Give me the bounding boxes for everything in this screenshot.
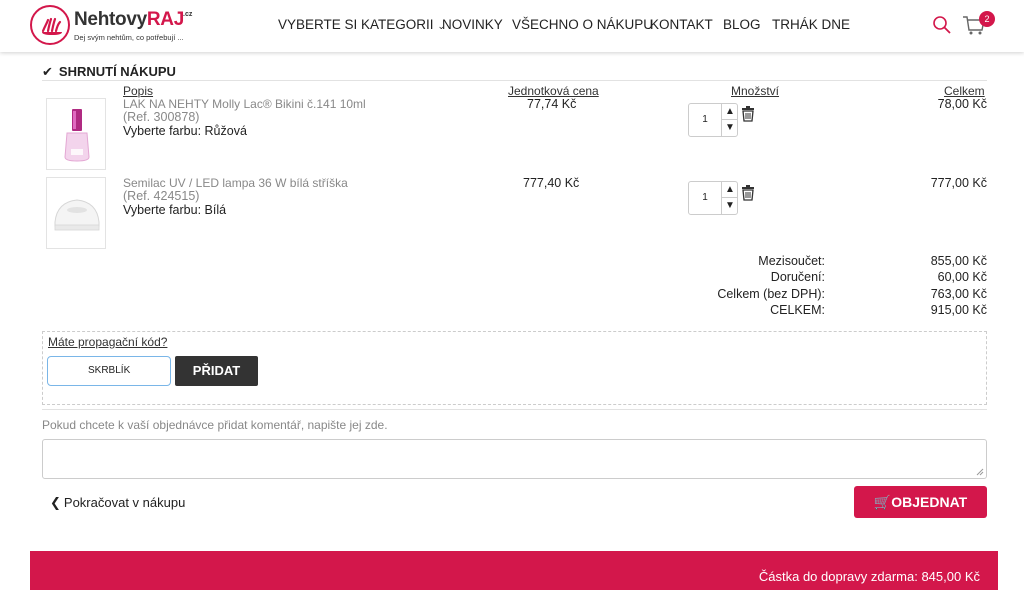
- line-total: 777,00 Kč: [930, 176, 987, 190]
- product-name[interactable]: Semilac UV / LED lampa 36 W bílá stříška: [123, 176, 348, 190]
- trash-icon[interactable]: [741, 185, 755, 201]
- comment-label: Pokud chcete k vaší objednávce přidat ko…: [42, 418, 388, 432]
- promo-code-link[interactable]: Máte propagační kód?: [48, 335, 167, 349]
- product-variant: Vyberte farbu: Bílá: [123, 203, 227, 217]
- logo-tagline: Dej svým nehtům, co potřebují ...: [74, 33, 184, 42]
- promo-code-input[interactable]: SKRBLÍK: [47, 356, 171, 386]
- unit-price: 77,74 Kč: [527, 97, 577, 111]
- product-thumbnail[interactable]: [46, 98, 106, 170]
- logo[interactable]: NehtovyRAJ .cz Dej svým nehtům, co potře…: [30, 5, 200, 47]
- quantity-stepper[interactable]: 1 ▲ ▼: [688, 181, 738, 215]
- chevron-down-icon[interactable]: ▼: [721, 120, 738, 136]
- chevron-up-icon[interactable]: ▲: [721, 182, 738, 198]
- product-ref: (Ref. 424515): [123, 189, 200, 203]
- search-icon[interactable]: [932, 15, 952, 35]
- nav-blog[interactable]: BLOG: [723, 17, 761, 32]
- net-total-label: Celkem (bez DPH):: [717, 287, 825, 301]
- col-header-total[interactable]: Celkem: [944, 84, 985, 98]
- order-button[interactable]: 🛒OBJEDNAT: [854, 486, 987, 518]
- delivery-value: 60,00 Kč: [937, 270, 987, 284]
- comment-textarea[interactable]: [42, 439, 987, 479]
- grand-total-label: CELKEM:: [770, 303, 825, 317]
- logo-domain: .cz: [183, 11, 193, 18]
- nail-polish-image: [64, 109, 90, 162]
- net-total-value: 763,00 Kč: [930, 287, 987, 301]
- chevron-down-icon[interactable]: ▼: [721, 198, 738, 214]
- promo-add-button[interactable]: PŘIDAT: [175, 356, 258, 386]
- resize-handle-icon[interactable]: [976, 468, 984, 476]
- summary-title: ✔ SHRNUTÍ NÁKUPU: [42, 64, 176, 79]
- chevron-up-icon[interactable]: ▲: [721, 104, 738, 120]
- nav-vsechno-o-nakupu[interactable]: VŠECHNO O NÁKUPU: [512, 17, 653, 32]
- logo-name: NehtovyRAJ: [74, 9, 184, 30]
- site-header: NehtovyRAJ .cz Dej svým nehtům, co potře…: [0, 0, 1024, 52]
- line-total: 78,00 Kč: [937, 97, 987, 111]
- subtotal-label: Mezisoučet:: [758, 254, 825, 268]
- col-header-unit-price[interactable]: Jednotková cena: [508, 84, 599, 98]
- subtotal-value: 855,00 Kč: [930, 254, 987, 268]
- quantity-input[interactable]: 1: [689, 182, 721, 214]
- quantity-stepper[interactable]: 1 ▲ ▼: [688, 103, 738, 137]
- unit-price: 777,40 Kč: [523, 176, 580, 190]
- divider: [42, 409, 987, 410]
- product-name[interactable]: LAK NA NEHTY Molly Lac® Bikini č.141 10m…: [123, 97, 366, 111]
- chevron-left-icon: ❮: [50, 495, 61, 510]
- free-shipping-bar: Částka do dopravy zdarma: 845,00 Kč: [30, 551, 998, 590]
- uv-lamp-image: [54, 199, 100, 231]
- trash-icon[interactable]: [741, 106, 755, 122]
- nav-categories[interactable]: VYBERTE SI KATEGORII ⌄: [278, 17, 445, 32]
- divider: [42, 80, 987, 81]
- product-thumbnail[interactable]: [46, 177, 106, 249]
- delivery-label: Doručení:: [770, 270, 825, 284]
- cart-icon: 🛒: [873, 494, 892, 510]
- nav-trhak-dne[interactable]: TRHÁK DNE: [772, 17, 850, 32]
- product-ref: (Ref. 300878): [123, 110, 200, 124]
- hand-icon: [41, 17, 62, 35]
- col-header-quantity[interactable]: Množství: [731, 84, 779, 98]
- continue-shopping-link[interactable]: ❮ Pokračovat v nákupu: [50, 495, 185, 511]
- free-shipping-text: Částka do dopravy zdarma: 845,00 Kč: [758, 569, 980, 584]
- nav-kontakt[interactable]: KONTAKT: [650, 17, 713, 32]
- check-icon: ✔: [42, 64, 53, 79]
- nav-novinky[interactable]: NOVINKY: [442, 17, 503, 32]
- logo-badge: [30, 5, 70, 45]
- quantity-input[interactable]: 1: [689, 104, 721, 136]
- product-variant: Vyberte farbu: Růžová: [123, 124, 247, 138]
- grand-total-value: 915,00 Kč: [930, 303, 987, 317]
- cart-count-badge: 2: [979, 11, 995, 27]
- col-header-description[interactable]: Popis: [123, 84, 153, 98]
